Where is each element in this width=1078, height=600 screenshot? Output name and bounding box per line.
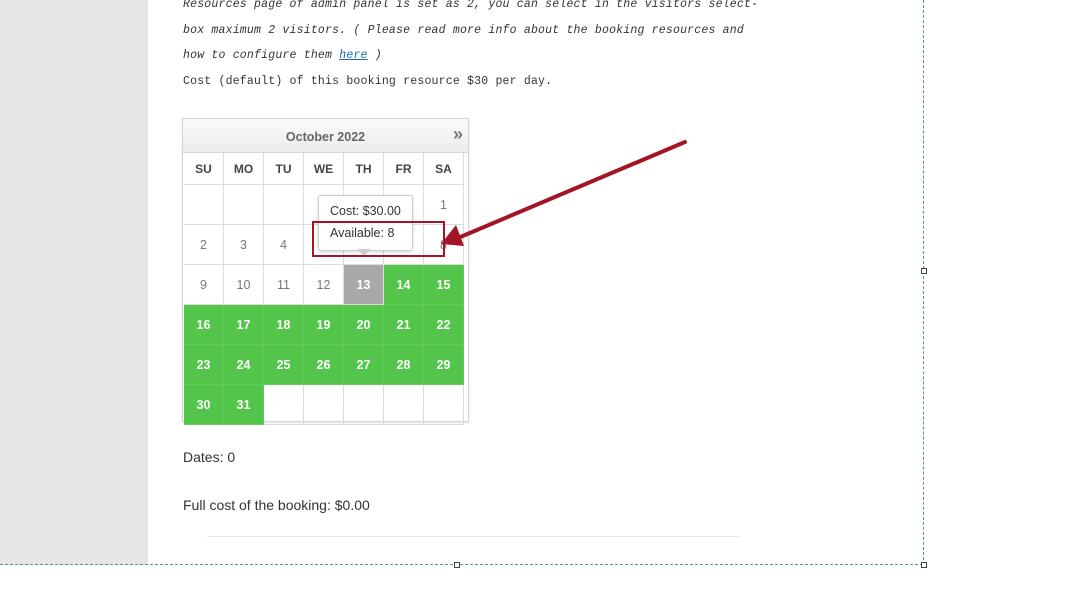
annotation-arrow-icon (441, 140, 687, 246)
divider (207, 536, 739, 537)
selection-border-right (923, 0, 924, 565)
selection-border-bottom (0, 564, 923, 565)
resize-handle-corner[interactable] (921, 562, 927, 568)
resize-handle-right[interactable] (921, 268, 927, 274)
dates-count: Dates: 0 (183, 449, 236, 465)
full-cost: Full cost of the booking: $0.00 (183, 497, 370, 513)
resize-handle-bottom[interactable] (454, 562, 460, 568)
